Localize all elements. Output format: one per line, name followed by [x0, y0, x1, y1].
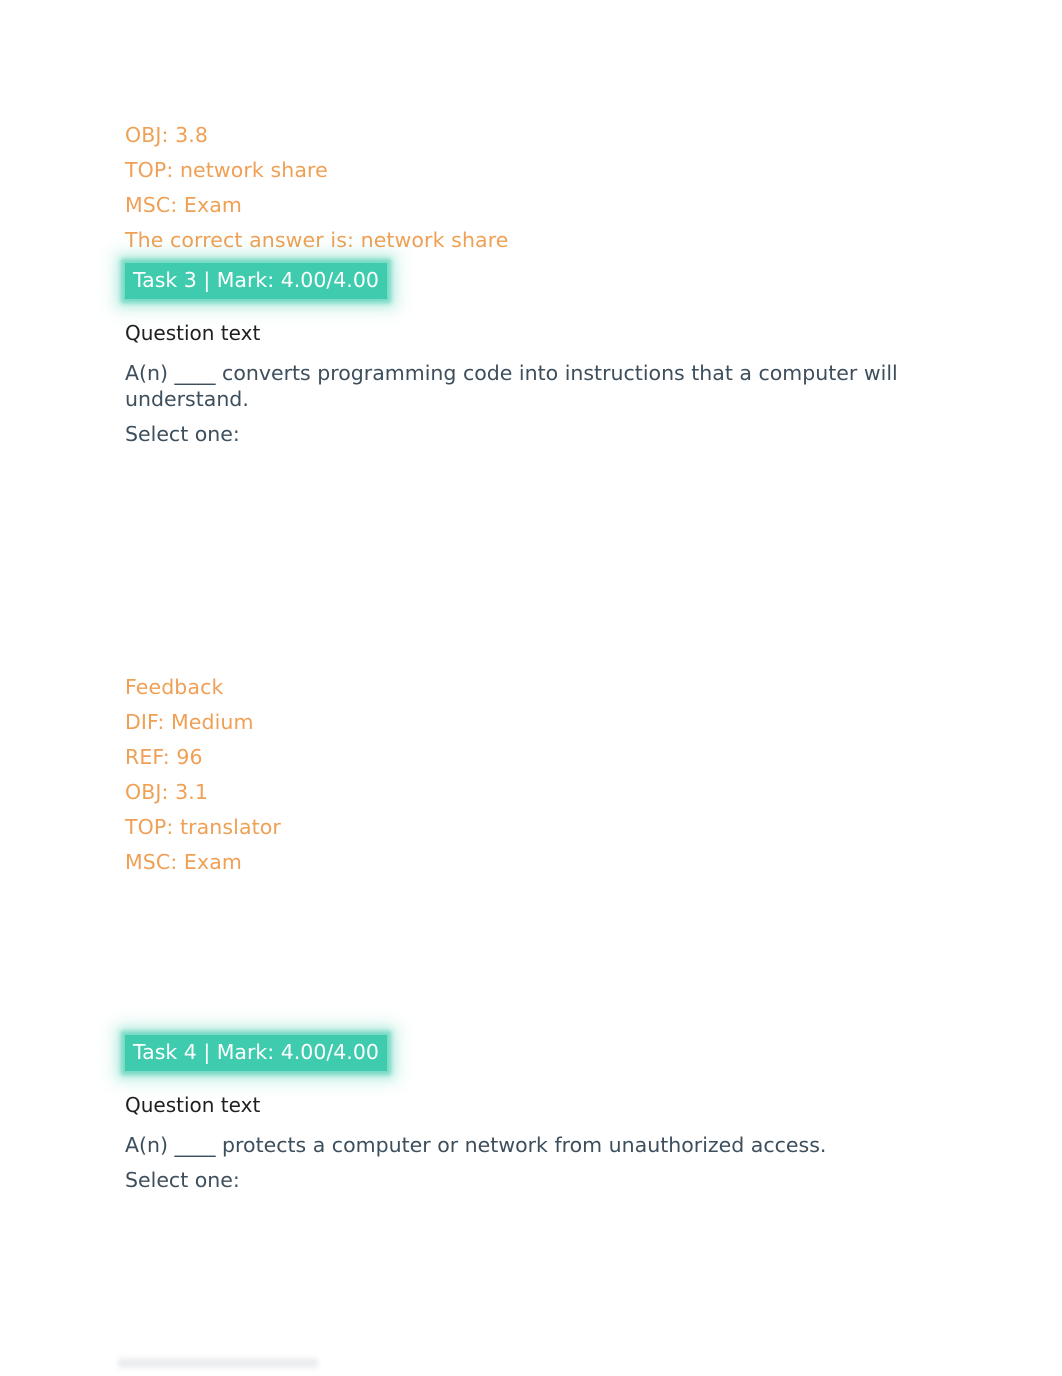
feedback-line-obj-3: OBJ: 3.1: [125, 779, 209, 804]
task-3-question: Question text A(n) ____ converts program…: [125, 319, 937, 670]
task-3-badge-wrap: Task 3 | Mark: 4.00/4.00: [125, 263, 937, 299]
task-separator-gap: [125, 880, 937, 1035]
page-bottom-artifact: [118, 1356, 318, 1370]
feedback-line-top-3: TOP: translator: [125, 814, 281, 839]
task-block-3: Task 3 | Mark: 4.00/4.00 Question text A…: [125, 263, 937, 880]
answer-options-4[interactable]: [125, 1194, 930, 1344]
task-3-badge: Task 3 | Mark: 4.00/4.00: [125, 263, 387, 299]
answer-options-3[interactable]: [125, 448, 930, 670]
feedback-line-dif-3: DIF: Medium: [125, 709, 254, 734]
previous-question-feedback: OBJ: 3.8 TOP: network share MSC: Exam Th…: [125, 0, 937, 258]
task-3-feedback: Feedback DIF: Medium REF: 96 OBJ: 3.1 TO…: [125, 670, 937, 880]
feedback-line-obj: OBJ: 3.8: [125, 123, 209, 147]
correct-answer-line: The correct answer is: network share: [125, 228, 509, 252]
select-one-prompt-3: Select one:: [125, 422, 240, 446]
question-text-label-4: Question text: [125, 1092, 261, 1117]
feedback-line-msc-3: MSC: Exam: [125, 849, 242, 874]
question-text-label-3: Question text: [125, 321, 261, 345]
task-4-badge: Task 4 | Mark: 4.00/4.00: [125, 1034, 387, 1071]
feedback-line-ref-3: REF: 96: [125, 744, 203, 769]
feedback-heading-3: Feedback: [125, 674, 224, 699]
task-block-4: Task 4 | Mark: 4.00/4.00 Question text A…: [125, 1034, 937, 1344]
task-4-badge-wrap: Task 4 | Mark: 4.00/4.00: [125, 1034, 937, 1071]
select-one-prompt-4: Select one:: [125, 1168, 240, 1192]
question-body-4: A(n) ____ protects a computer or network…: [125, 1132, 827, 1157]
question-body-3: A(n) ____ converts programming code into…: [125, 361, 898, 411]
quiz-review-page: OBJ: 3.8 TOP: network share MSC: Exam Th…: [0, 0, 1062, 1376]
task-4-question: Question text A(n) ____ protects a compu…: [125, 1091, 937, 1344]
content-column: OBJ: 3.8 TOP: network share MSC: Exam Th…: [125, 0, 937, 1344]
feedback-line-msc: MSC: Exam: [125, 193, 242, 217]
feedback-line-top: TOP: network share: [125, 158, 328, 182]
